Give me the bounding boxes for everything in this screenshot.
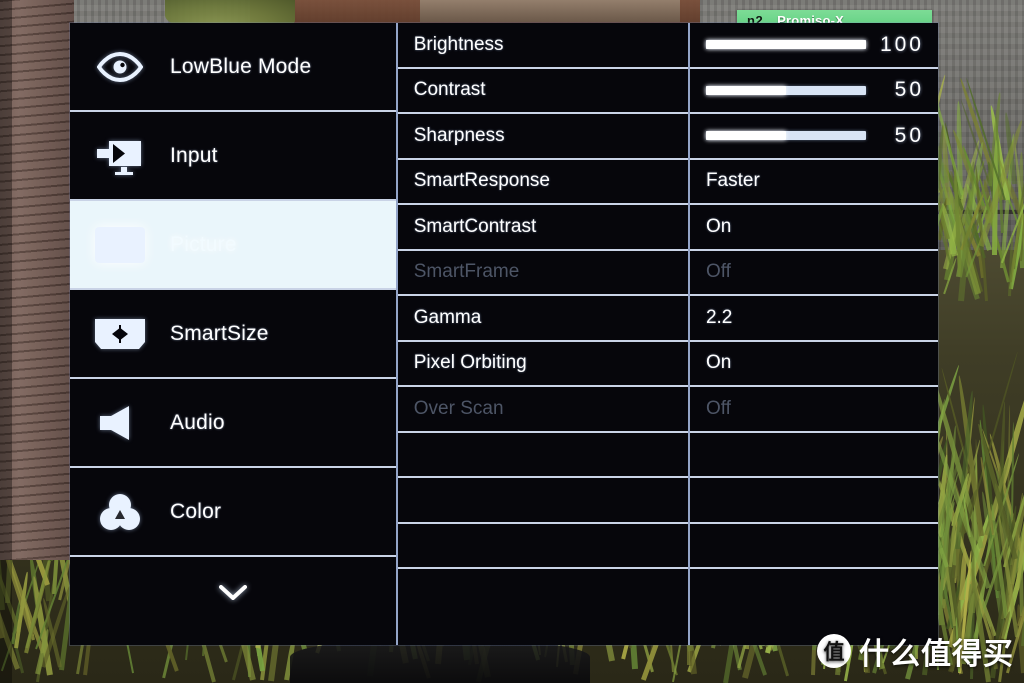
menu-row-label: Over Scan: [413, 397, 504, 419]
menu-value-text: Faster: [705, 170, 760, 192]
sidebar-item-lowblue-mode[interactable]: LowBlue Mode: [70, 23, 396, 112]
menu-row-over-scan[interactable]: Over Scan: [397, 387, 688, 433]
menu-row-pixel-orbiting[interactable]: Pixel Orbiting: [397, 342, 688, 387]
background-metal-beam: [420, 0, 680, 22]
speaker-icon: [92, 399, 148, 447]
menu-value-smartresponse[interactable]: Faster: [689, 160, 938, 205]
sidebar-item-input[interactable]: Input: [70, 112, 396, 201]
menu-row-empty: [397, 524, 688, 569]
sidebar-item-label: Input: [170, 143, 218, 167]
menu-value-text: Off: [705, 261, 731, 283]
menu-row-label: Contrast: [413, 79, 486, 101]
menu-row-empty: [397, 478, 688, 524]
menu-row-brightness[interactable]: Brightness: [397, 23, 688, 69]
sidebar-item-label: Color: [170, 499, 222, 523]
slider-value: 50: [894, 123, 924, 147]
menu-row-label: Pixel Orbiting: [413, 352, 527, 374]
picture-icon: [92, 221, 148, 269]
watermark-text: 什么值得买: [859, 638, 1014, 671]
slider-track[interactable]: [705, 131, 866, 141]
menu-value-empty: [689, 478, 938, 524]
menu-value-text: On: [705, 215, 732, 237]
eye-icon: [92, 43, 148, 91]
sidebar-item-audio[interactable]: Audio: [70, 379, 396, 468]
menu-row-label: Sharpness: [413, 124, 505, 146]
slider-track[interactable]: [705, 40, 866, 50]
sidebar-item-picture[interactable]: Picture: [70, 201, 396, 290]
menu-row-contrast[interactable]: Contrast: [397, 69, 688, 114]
sidebar-item-label: LowBlue Mode: [170, 54, 312, 78]
menu-row-label: Brightness: [413, 33, 504, 55]
menu-row-smartcontrast[interactable]: SmartContrast: [397, 205, 688, 251]
menu-value-smartframe[interactable]: Off: [689, 251, 938, 296]
background-vehicle: [290, 640, 590, 683]
menu-value-sharpness[interactable]: 50: [689, 114, 938, 160]
menu-value-text: Off: [705, 397, 731, 419]
sidebar-item-color[interactable]: Color: [70, 468, 396, 557]
slider-track[interactable]: [705, 85, 866, 95]
color-circles-icon: [92, 488, 148, 536]
menu-row-label: SmartFrame: [413, 261, 520, 283]
menu-row-label: Gamma: [413, 306, 482, 328]
slider-value: 50: [894, 78, 924, 102]
menu-row-smartframe[interactable]: SmartFrame: [397, 251, 688, 296]
menu-row-label: SmartResponse: [413, 170, 550, 192]
slider-fill: [705, 40, 866, 50]
osd-menu-value-column: 100 50 50 Faster On Off 2.2 On Off: [687, 23, 938, 645]
menu-value-empty: [689, 524, 938, 569]
menu-value-empty: [689, 433, 938, 478]
menu-value-smartcontrast[interactable]: On: [689, 205, 938, 251]
slider-fill: [705, 131, 786, 141]
osd-menu-label-column: Brightness Contrast Sharpness SmartResponse…: [395, 23, 688, 645]
watermark-logo-icon: 值: [817, 634, 851, 668]
sidebar-item-label: Picture: [170, 232, 237, 256]
slider-fill: [705, 85, 786, 95]
input-monitor-icon: [92, 132, 148, 180]
osd-panel: LowBlue Mode Input Picture SmartSize Audio Co…: [70, 23, 938, 645]
menu-value-brightness[interactable]: 100: [689, 23, 938, 69]
menu-value-text: 2.2: [705, 306, 733, 328]
sidebar-item-smartsize[interactable]: SmartSize: [70, 290, 396, 379]
sidebar-scroll-down-button[interactable]: [70, 557, 396, 634]
menu-row-label: SmartContrast: [413, 215, 537, 237]
sidebar-item-label: SmartSize: [170, 321, 269, 345]
slider-value: 100: [879, 32, 924, 56]
chevron-down-icon: [218, 585, 247, 606]
menu-row-smartresponse[interactable]: SmartResponse: [397, 160, 688, 205]
smartsize-icon: [92, 310, 148, 358]
menu-value-pixel-orbiting[interactable]: On: [689, 342, 938, 387]
watermark: 值 什么值得买: [817, 629, 1014, 673]
menu-row-gamma[interactable]: Gamma: [397, 296, 688, 342]
menu-value-contrast[interactable]: 50: [689, 69, 938, 114]
menu-value-text: On: [705, 352, 732, 374]
menu-row-empty: [397, 433, 688, 478]
screenshot-stage: n2 Promiso-X LowBlue Mode Input Picture Sma…: [0, 0, 1024, 683]
sidebar-item-label: Audio: [170, 410, 225, 434]
background-left-shadow: [0, 0, 12, 683]
menu-value-over-scan[interactable]: Off: [689, 387, 938, 433]
osd-sidebar: LowBlue Mode Input Picture SmartSize Audio Co…: [70, 23, 396, 645]
menu-value-gamma[interactable]: 2.2: [689, 296, 938, 342]
menu-row-sharpness[interactable]: Sharpness: [397, 114, 688, 160]
